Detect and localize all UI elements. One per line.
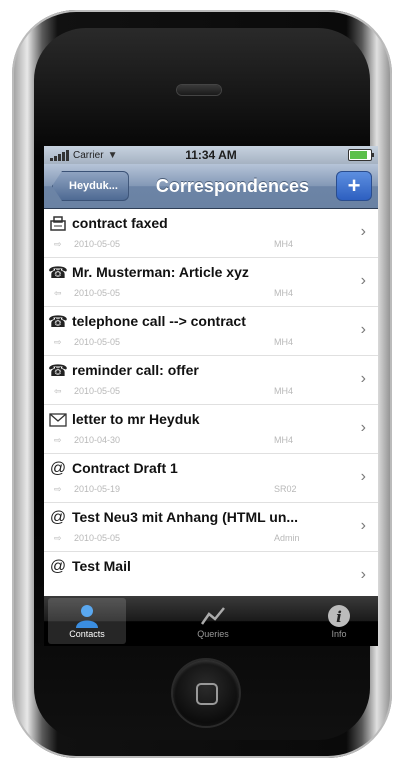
email-icon: @ [49,509,67,526]
chevron-right-icon: › [360,223,366,240]
item-user: Admin [274,533,300,543]
letter-icon [48,410,68,430]
tab-queries[interactable]: Queries [174,596,252,646]
email-icon: @ [49,460,67,477]
home-square-icon [196,683,218,705]
correspondence-list: contract faxed ⇨ 2010-05-05 MH4 › ☎ Mr. … [44,209,378,601]
page-title: Correspondences [155,175,309,196]
item-title: contract faxed [72,215,168,231]
list-item[interactable]: ☎ reminder call: offer ⇦ 2010-05-05 MH4 … [44,356,378,405]
item-user: MH4 [274,386,294,396]
contacts-icon [74,603,100,629]
phone-icon: ☎ [48,265,68,282]
direction-arrow-icon: ⇦ [54,386,62,396]
item-title: telephone call --> contract [72,313,246,329]
email-icon: @ [49,558,67,575]
chevron-right-icon: › [360,419,366,436]
list-item[interactable]: letter to mr Heyduk ⇨ 2010-04-30 MH4 › [44,405,378,454]
item-date: 2010-05-05 [74,386,121,396]
item-title: Test Mail [72,558,131,574]
app-screen: Carrier ▼ 11:34 AM Heyduk... Corresponde… [44,146,378,646]
item-date: 2010-04-30 [74,435,121,445]
chevron-right-icon: › [360,321,366,338]
item-user: MH4 [274,337,294,347]
item-date: 2010-05-05 [74,533,121,543]
tab-contacts[interactable]: Contacts [48,598,126,644]
queries-icon [200,603,226,629]
tab-label: Contacts [69,629,105,639]
direction-arrow-icon: ⇨ [54,533,62,543]
status-time: 11:34 AM [185,148,237,162]
list-item[interactable]: ☎ Mr. Musterman: Article xyz ⇦ 2010-05-0… [44,258,378,307]
tab-label: Queries [197,629,229,639]
direction-arrow-icon: ⇦ [54,288,62,298]
tab-info[interactable]: i Info [300,596,378,646]
item-date: 2010-05-05 [74,239,121,249]
item-title: reminder call: offer [72,362,199,378]
item-title: letter to mr Heyduk [72,411,200,427]
chevron-right-icon: › [360,370,366,387]
home-button[interactable] [173,660,239,726]
item-title: Mr. Musterman: Article xyz [72,264,249,280]
chevron-right-icon: › [360,468,366,485]
battery-icon [348,149,374,161]
back-button[interactable]: Heyduk... [52,171,129,201]
chevron-right-icon: › [360,272,366,289]
list-item[interactable]: @ Contract Draft 1 ⇨ 2010-05-19 SR02 › [44,454,378,503]
item-title: Contract Draft 1 [72,460,178,476]
item-user: SR02 [274,484,297,494]
item-user: MH4 [274,239,294,249]
direction-arrow-icon: ⇨ [54,484,62,494]
item-date: 2010-05-05 [74,288,121,298]
item-title: Test Neu3 mit Anhang (HTML un... [72,509,299,525]
info-icon: i [327,603,351,629]
item-user: MH4 [274,435,294,445]
list-item[interactable]: ☎ telephone call --> contract ⇨ 2010-05-… [44,307,378,356]
phone-icon: ☎ [48,363,68,380]
direction-arrow-icon: ⇨ [54,239,62,249]
earpiece-speaker [177,85,221,95]
tab-bar: Contacts Queries i Info [44,596,378,646]
list-item[interactable]: contract faxed ⇨ 2010-05-05 MH4 › [44,209,378,258]
direction-arrow-icon: ⇨ [54,435,62,445]
add-correspondence-button[interactable]: + [336,171,372,201]
tab-label: Info [331,629,347,639]
list-item[interactable]: @ Test Neu3 mit Anhang (HTML un... ⇨ 201… [44,503,378,552]
status-bar: Carrier ▼ 11:34 AM [44,146,378,164]
fax-icon [48,214,68,234]
list-item[interactable]: @ Test Mail › [44,552,378,601]
navigation-bar: Heyduk... Correspondences + [44,164,378,209]
chevron-right-icon: › [360,566,366,583]
chevron-right-icon: › [360,517,366,534]
item-date: 2010-05-05 [74,337,121,347]
svg-text:i: i [336,608,342,626]
direction-arrow-icon: ⇨ [54,337,62,347]
phone-icon: ☎ [48,314,68,331]
item-user: MH4 [274,288,294,298]
item-date: 2010-05-19 [74,484,121,494]
